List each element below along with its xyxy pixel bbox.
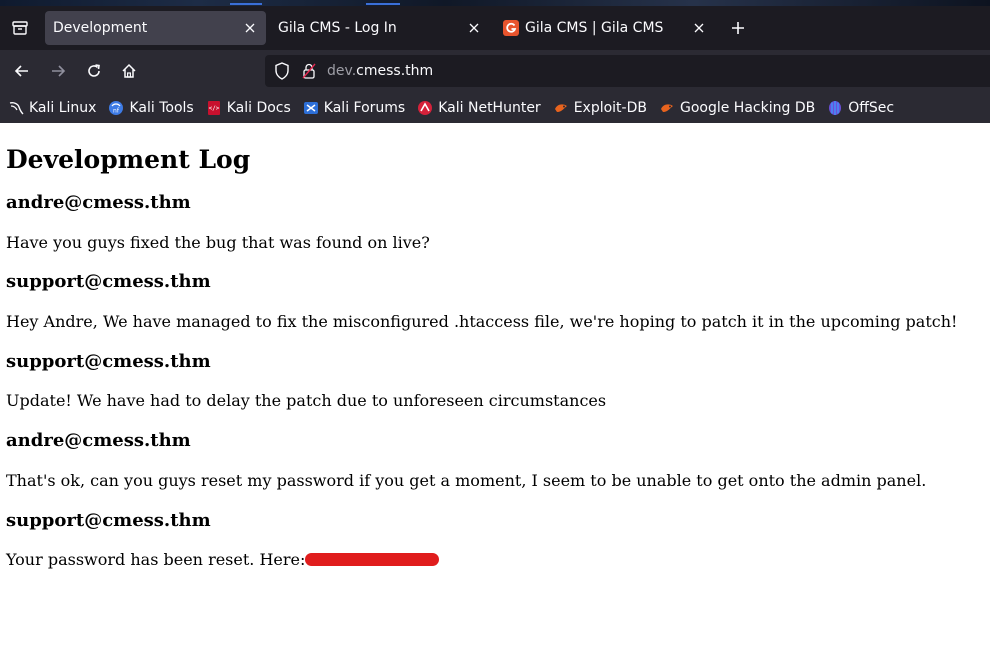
tab-list-icon [12,21,28,35]
nethunter-icon [417,100,433,116]
entry-author: support@cmess.thm [6,351,211,372]
tracking-protection-shield-icon[interactable] [273,62,291,80]
bookmark-label: Kali Tools [129,99,194,116]
kali-forums-icon [303,100,319,116]
tab-gila-login[interactable]: Gila CMS - Log In [270,11,490,45]
entry-message-text: Your password has been reset. Here: [6,550,306,569]
exploit-db-icon [553,100,569,116]
new-tab-button[interactable] [724,14,752,42]
back-button[interactable] [8,57,36,85]
tab-title: Gila CMS | Gila CMS [525,20,664,36]
page-content: Development Log andre@cmess.thm Have you… [0,123,990,648]
navigation-toolbar: dev.cmess.thm [0,50,990,92]
bookmark-kali-nethunter[interactable]: Kali NetHunter [417,99,541,116]
tab-gila-cms[interactable]: Gila CMS | Gila CMS [495,11,715,45]
entry-message: That's ok, can you guys reset my passwor… [6,471,927,490]
svg-text:</>: </> [208,105,219,112]
url-bar[interactable]: dev.cmess.thm [265,55,990,87]
tab-title: Gila CMS - Log In [278,20,397,36]
bookmark-exploit-db[interactable]: Exploit-DB [553,100,647,116]
bookmark-label: Kali Docs [226,99,291,116]
close-icon [694,23,704,33]
svg-text:nf: nf [114,107,121,114]
reload-icon [88,64,100,77]
offsec-icon [827,100,843,116]
tab-bar: Development Gila CMS - Log In Gila CMS |… [0,6,990,50]
entry-message: Hey Andre, We have managed to fix the mi… [6,312,958,331]
close-icon [469,23,479,33]
browser-chrome: Development Gila CMS - Log In Gila CMS |… [0,0,990,123]
url-text[interactable]: dev.cmess.thm [327,63,433,79]
close-icon [245,23,255,33]
tab-close-button[interactable] [466,20,482,36]
redaction-mark [305,553,440,566]
url-domain: cmess.thm [356,63,434,79]
page-title: Development Log [6,145,251,174]
desktop-highlight [230,3,262,5]
bookmark-label: Exploit-DB [573,99,647,116]
reload-button[interactable] [80,57,108,85]
bookmark-kali-linux[interactable]: Kali Linux [8,100,96,116]
forward-button[interactable] [44,57,72,85]
bookmark-label: Kali Linux [29,99,97,116]
entry-message-password: Your password has been reset. Here: [6,550,440,569]
arrow-left-icon [14,65,28,77]
entry-author: andre@cmess.thm [6,192,191,213]
entry-message: Have you guys fixed the bug that was fou… [6,233,430,252]
desktop-highlight [366,3,400,5]
arrow-right-icon [52,65,66,77]
tab-list-button[interactable] [6,14,34,42]
tab-close-button[interactable] [242,20,258,36]
kali-docs-icon: </> [206,100,222,116]
plus-icon [732,22,744,34]
kali-dragon-icon [8,100,24,116]
entry-author: support@cmess.thm [6,510,211,531]
entry-message: Update! We have had to delay the patch d… [6,391,607,410]
bookmark-google-hacking-db[interactable]: Google Hacking DB [659,100,815,116]
bookmarks-toolbar: Kali Linux nf Kali Tools </> Kali Docs K… [0,92,990,123]
bookmark-label: Kali Forums [323,99,406,116]
kali-tools-icon: nf [108,100,124,116]
bookmark-kali-tools[interactable]: nf Kali Tools [108,99,194,116]
home-icon [122,63,136,78]
tab-title: Development [53,20,148,36]
bookmark-kali-forums[interactable]: Kali Forums [303,100,405,116]
bookmark-label: Google Hacking DB [679,99,816,116]
entry-author: andre@cmess.thm [6,430,191,451]
insecure-connection-icon[interactable] [301,62,317,80]
tab-development[interactable]: Development [45,11,266,45]
entry-author: support@cmess.thm [6,271,211,292]
gila-favicon-icon [503,20,519,36]
tab-close-button[interactable] [691,20,707,36]
bookmark-label: OffSec [848,99,895,116]
bookmark-label: Kali NetHunter [438,99,541,116]
bookmark-kali-docs[interactable]: </> Kali Docs [206,100,291,116]
bookmark-offsec[interactable]: OffSec [827,100,894,116]
ghdb-icon [659,100,675,116]
home-button[interactable] [115,57,143,85]
url-subdomain: dev. [327,63,357,79]
